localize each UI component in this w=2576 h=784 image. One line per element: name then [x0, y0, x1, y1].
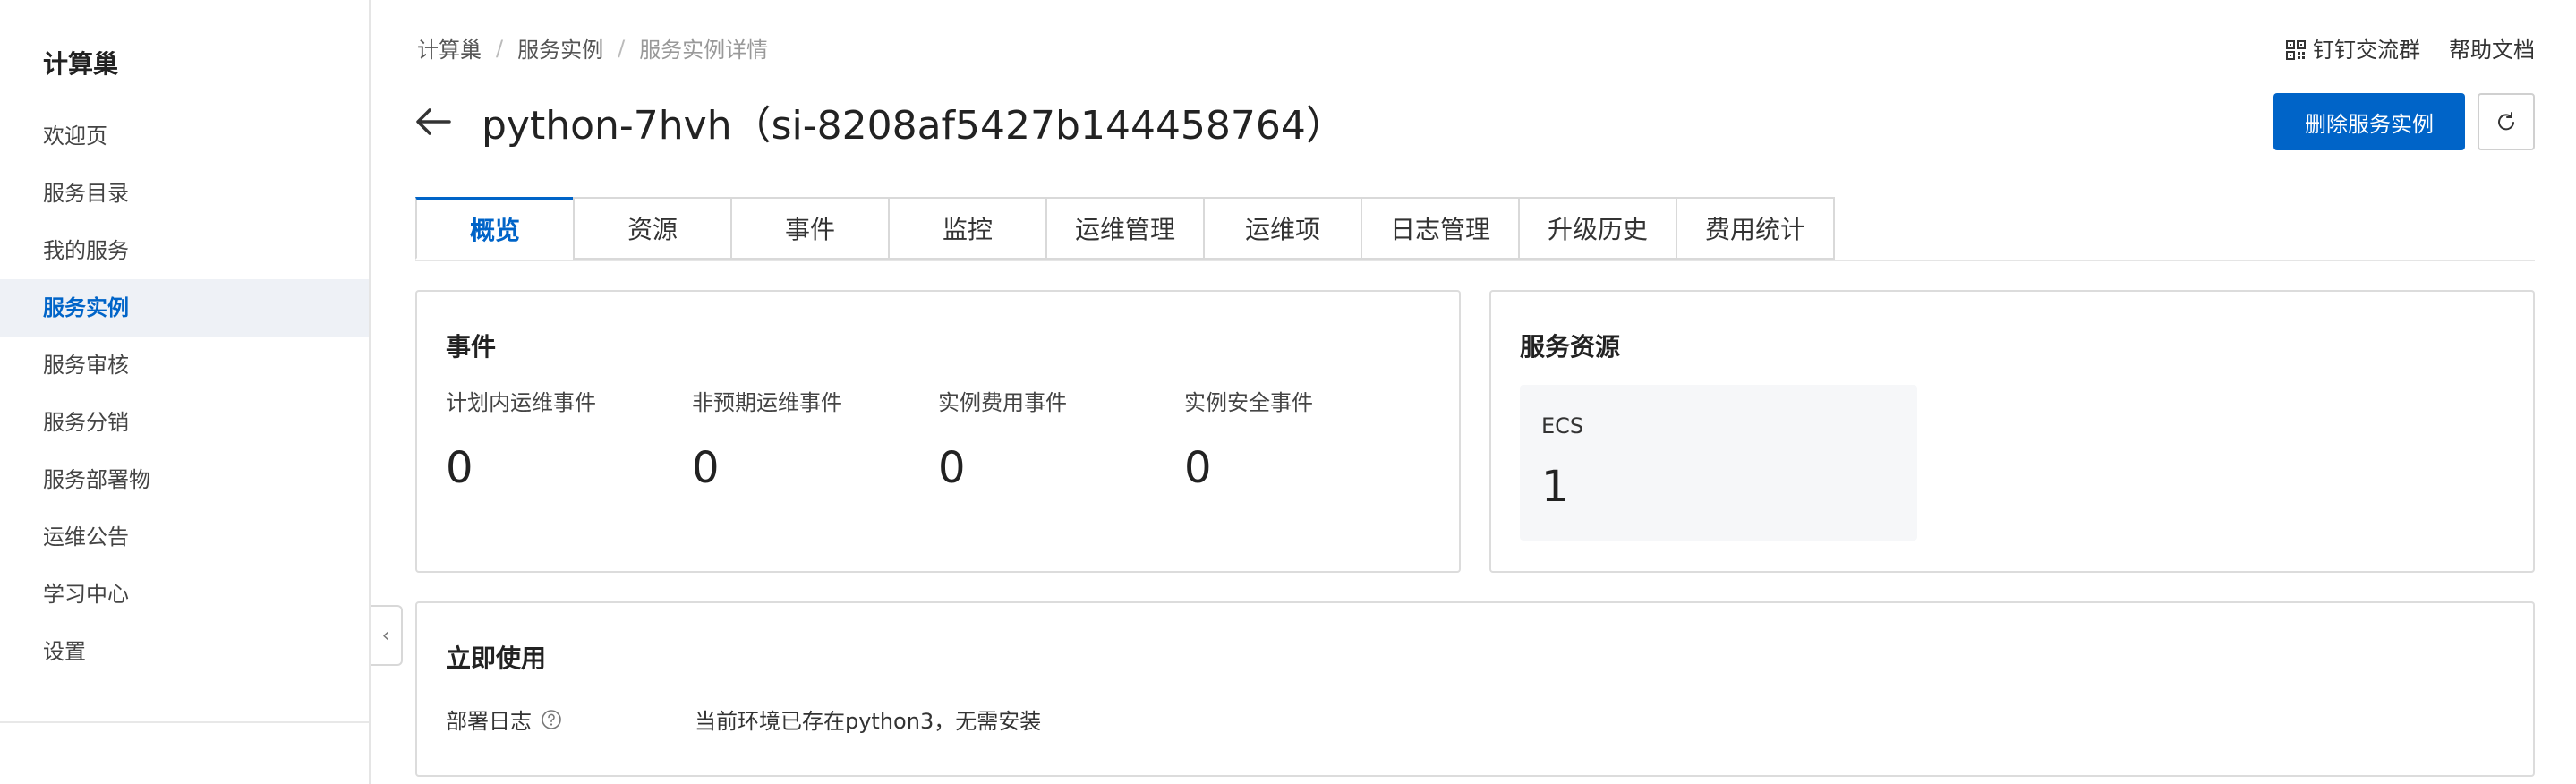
event-count: 0 [692, 443, 720, 493]
tab-log-management[interactable]: 日志管理 [1361, 197, 1520, 260]
tab-bar: 概览 资源 事件 监控 运维管理 运维项 日志管理 升级历史 费用统计 [415, 197, 1835, 260]
sidebar-title: 计算巢 [43, 49, 119, 79]
sidebar-item-service-review[interactable]: 服务审核 [0, 337, 369, 394]
sidebar-item-deployment-artifacts[interactable]: 服务部署物 [0, 451, 369, 508]
event-label: 实例费用事件 [938, 390, 1067, 415]
sidebar-item-service-instances[interactable]: 服务实例 [0, 279, 369, 337]
delete-service-instance-button[interactable]: 删除服务实例 [2273, 93, 2465, 150]
event-unexpected-ops[interactable]: 非预期运维事件 0 [692, 385, 842, 493]
use-now-card: 立即使用 部署日志 当前环境已存在python3，无需安装 [415, 601, 2535, 777]
tab-events[interactable]: 事件 [730, 197, 890, 260]
chevron-left-icon: ‹ [381, 624, 390, 647]
sidebar: 计算巢 欢迎页 服务目录 我的服务 服务实例 服务审核 服务分销 服务部署物 运… [0, 0, 371, 784]
dingtalk-group-link[interactable]: 钉钉交流群 [2286, 32, 2420, 64]
event-count: 0 [938, 443, 966, 493]
deploy-log-label-row: 部署日志 [446, 703, 562, 735]
breadcrumb-item-compute-nest[interactable]: 计算巢 [417, 32, 482, 64]
top-links: 钉钉交流群 帮助文档 [2286, 32, 2535, 64]
back-arrow-icon[interactable] [414, 102, 453, 141]
tabs-underline [415, 260, 2535, 261]
use-now-title: 立即使用 [446, 643, 547, 673]
event-count: 0 [1184, 443, 1212, 493]
tab-upgrade-history[interactable]: 升级历史 [1518, 197, 1677, 260]
sidebar-collapse-button[interactable]: ‹ [371, 605, 403, 666]
breadcrumb: 计算巢 / 服务实例 / 服务实例详情 [417, 32, 768, 64]
breadcrumb-separator: / [496, 35, 504, 61]
tab-monitoring[interactable]: 监控 [888, 197, 1047, 260]
sidebar-item-learning-center[interactable]: 学习中心 [0, 566, 369, 623]
event-label: 非预期运维事件 [692, 390, 842, 415]
sidebar-item-my-services[interactable]: 我的服务 [0, 222, 369, 279]
refresh-icon [2498, 112, 2514, 131]
sidebar-item-ops-announcements[interactable]: 运维公告 [0, 508, 369, 566]
events-card: 事件 计划内运维事件 0 非预期运维事件 0 实例费用事件 0 实例安全事件 0 [415, 290, 1461, 573]
resource-count: 1 [1541, 462, 1569, 512]
help-docs-link[interactable]: 帮助文档 [2449, 32, 2535, 64]
dingtalk-group-label: 钉钉交流群 [2313, 38, 2420, 63]
breadcrumb-item-service-instances[interactable]: 服务实例 [517, 32, 603, 64]
deploy-log-text: 当前环境已存在python3，无需安装 [695, 709, 1042, 734]
refresh-button[interactable] [2478, 93, 2535, 150]
service-resources-card: 服务资源 ECS 1 [1489, 290, 2535, 573]
breadcrumb-separator: / [618, 35, 626, 61]
tab-resources[interactable]: 资源 [573, 197, 732, 260]
tab-ops-management[interactable]: 运维管理 [1045, 197, 1205, 260]
sidebar-item-welcome[interactable]: 欢迎页 [0, 107, 369, 165]
qr-code-icon [2286, 40, 2306, 60]
help-circle-icon[interactable] [541, 709, 562, 730]
sidebar-divider [0, 721, 369, 723]
breadcrumb-item-current: 服务实例详情 [639, 38, 769, 63]
events-card-title: 事件 [446, 332, 497, 362]
page-title: python-7hvh（si-8208af5427b144458764） [482, 103, 1345, 149]
event-label: 实例安全事件 [1184, 390, 1313, 415]
event-label: 计划内运维事件 [446, 390, 596, 415]
sidebar-item-service-distribution[interactable]: 服务分销 [0, 394, 369, 451]
tab-cost-statistics[interactable]: 费用统计 [1676, 197, 1835, 260]
event-instance-cost[interactable]: 实例费用事件 0 [938, 385, 1067, 493]
event-instance-security[interactable]: 实例安全事件 0 [1184, 385, 1313, 493]
tab-ops-items[interactable]: 运维项 [1203, 197, 1362, 260]
service-resources-title: 服务资源 [1520, 332, 1621, 362]
tab-overview[interactable]: 概览 [415, 197, 575, 260]
resource-label: ECS [1541, 413, 1584, 439]
resource-ecs[interactable]: ECS 1 [1520, 385, 1917, 541]
event-planned-ops[interactable]: 计划内运维事件 0 [446, 385, 596, 493]
sidebar-item-service-catalog[interactable]: 服务目录 [0, 165, 369, 222]
sidebar-item-settings[interactable]: 设置 [0, 623, 369, 680]
deploy-log-label: 部署日志 [446, 709, 532, 734]
event-count: 0 [446, 443, 473, 493]
